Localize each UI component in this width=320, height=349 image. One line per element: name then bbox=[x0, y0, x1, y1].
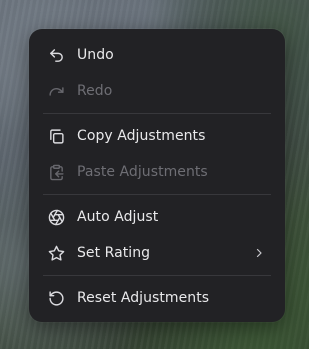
menu-separator bbox=[43, 113, 271, 114]
undo-icon bbox=[48, 47, 65, 64]
menu-item-label: Set Rating bbox=[77, 245, 151, 261]
redo-icon bbox=[48, 83, 65, 100]
menu-item-label: Redo bbox=[77, 83, 113, 99]
menu-item-copy-adjustments[interactable]: Copy Adjustments bbox=[37, 120, 277, 152]
star-icon bbox=[48, 245, 65, 262]
menu-item-label: Undo bbox=[77, 47, 114, 63]
menu-item-redo[interactable]: Redo bbox=[37, 75, 277, 107]
menu-item-undo[interactable]: Undo bbox=[37, 39, 277, 71]
menu-item-label: Paste Adjustments bbox=[77, 164, 208, 180]
menu-item-label: Copy Adjustments bbox=[77, 128, 206, 144]
chevron-right-icon bbox=[253, 247, 265, 259]
context-menu: Undo Redo Copy Adjustments Paste Adjustm… bbox=[29, 29, 285, 322]
menu-item-reset-adjustments[interactable]: Reset Adjustments bbox=[37, 282, 277, 314]
menu-item-auto-adjust[interactable]: Auto Adjust bbox=[37, 201, 277, 233]
menu-item-paste-adjustments[interactable]: Paste Adjustments bbox=[37, 156, 277, 188]
copy-icon bbox=[48, 128, 65, 145]
menu-separator bbox=[43, 275, 271, 276]
menu-item-set-rating[interactable]: Set Rating bbox=[37, 237, 277, 269]
menu-separator bbox=[43, 194, 271, 195]
menu-item-label: Reset Adjustments bbox=[77, 290, 210, 306]
paste-icon bbox=[48, 164, 65, 181]
reset-icon bbox=[48, 290, 65, 307]
aperture-icon bbox=[48, 209, 65, 226]
menu-item-label: Auto Adjust bbox=[77, 209, 159, 225]
